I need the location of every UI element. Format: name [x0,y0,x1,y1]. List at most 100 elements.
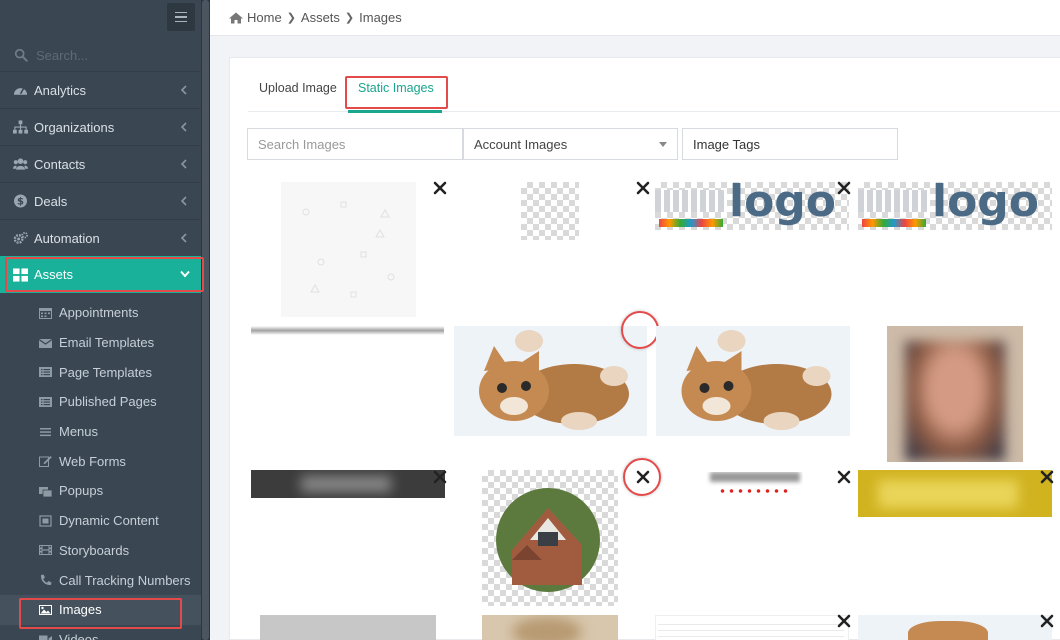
search-images-input[interactable] [258,136,448,152]
image-thumbnail[interactable] [281,182,416,317]
edit-icon [38,455,52,468]
account-images-select[interactable]: Account Images [463,128,678,160]
nav-item-organizations[interactable]: Organizations [0,108,201,145]
image-thumbnail[interactable] [251,470,445,498]
nav-item-analytics[interactable]: Analytics [0,71,201,108]
envelope-icon [38,337,52,349]
svg-text:$: $ [17,197,24,208]
subnav-item-menus[interactable]: Menus [0,417,201,447]
image-thumbnail[interactable] [887,326,1023,462]
tab-static-images[interactable]: Static Images [358,81,434,95]
nav-item-label: Automation [34,230,100,246]
film-icon [38,544,52,556]
subnav-item-label: Storyboards [59,542,130,558]
delete-image-icon[interactable] [433,470,447,484]
list-alt-icon [38,396,52,408]
blurred-portrait [905,341,1005,461]
dynamic-icon [38,515,52,527]
house-roof-image [496,488,600,592]
image-tags-label: Image Tags [693,136,760,152]
users-icon [12,157,28,171]
image-tabs: Upload Image Static Images [248,74,1060,113]
subnav-item-label: Dynamic Content [59,513,159,529]
tab-upload-image[interactable]: Upload Image [259,81,337,95]
nav-item-assets[interactable]: Assets [0,256,201,293]
breadcrumb-separator-icon: ❯ [286,12,296,24]
delete-image-icon[interactable] [837,470,851,484]
image-thumbnail[interactable] [858,615,1052,640]
kitten-image [479,330,629,430]
chevron-down-icon [180,270,190,278]
subnav-item-call-tracking[interactable]: Call Tracking Numbers [0,565,201,595]
gears-icon [12,231,28,245]
search-images-field [247,128,463,160]
subnav-item-label: Menus [59,424,99,440]
pattern-image [302,201,395,298]
chevron-left-icon [180,122,187,132]
subnav-item-page-templates[interactable]: Page Templates [0,357,201,387]
image-thumbnail[interactable] [858,470,1052,517]
subnav-item-popups[interactable]: Popups [0,476,201,506]
menu-toggle-icon[interactable] [167,3,195,31]
nav-item-label: Analytics [34,82,87,98]
nav-item-label: Organizations [34,119,115,135]
subnav-item-images[interactable]: Images [0,594,201,625]
phone-icon [38,574,52,586]
image-thumbnail[interactable] [454,326,647,436]
chevron-left-icon [180,85,187,95]
chevron-left-icon [180,233,187,243]
image-thumbnail[interactable] [655,615,849,640]
assets-subnav: Appointments Email Templates Page Templa… [0,298,201,640]
image-thumbnail[interactable] [251,326,444,335]
dashboard-icon [12,83,28,97]
breadcrumb-home[interactable]: Home [247,10,282,25]
breadcrumb: Home ❯ Assets ❯ Images [210,0,1060,36]
delete-image-icon[interactable] [433,181,447,195]
subnav-item-videos[interactable]: Videos [0,625,201,640]
subnav-item-label: Email Templates [59,335,155,351]
image-thumbnail[interactable] [482,615,618,640]
logo-image-text: logo [932,182,1040,227]
nav-item-label: Contacts [34,156,86,172]
list-alt-icon [38,366,52,378]
delete-image-icon[interactable] [636,470,650,484]
nav-item-contacts[interactable]: Contacts [0,145,201,182]
chevron-left-icon [180,159,187,169]
sidebar-search-input[interactable] [36,47,186,63]
image-thumbnail[interactable] [656,326,850,436]
image-tags-input[interactable]: Image Tags [682,128,898,160]
subnav-item-dynamic-content[interactable]: Dynamic Content [0,506,201,536]
image-thumbnail[interactable] [260,615,436,640]
delete-image-icon[interactable] [837,181,851,195]
dollar-icon: $ [12,194,28,208]
images-panel: Upload Image Static Images Account Image… [229,57,1060,640]
active-tab-indicator [348,110,442,113]
image-thumbnail[interactable]: logo [655,182,849,230]
video-icon [38,633,52,640]
subnav-item-storyboards[interactable]: Storyboards [0,536,201,566]
subnav-item-label: Call Tracking Numbers [59,572,191,588]
subnav-item-appointments[interactable]: Appointments [0,298,201,328]
image-icon [38,604,52,616]
delete-image-icon[interactable] [837,614,851,628]
subnav-item-web-forms[interactable]: Web Forms [0,446,201,476]
nav-item-automation[interactable]: Automation [0,219,201,256]
delete-image-icon[interactable] [1040,614,1054,628]
account-images-select-value: Account Images [474,136,568,152]
subnav-item-email-templates[interactable]: Email Templates [0,328,201,358]
image-thumbnail[interactable] [482,470,618,606]
delete-image-icon[interactable] [636,181,650,195]
image-thumbnail[interactable] [521,182,579,240]
subnav-item-published-pages[interactable]: Published Pages [0,387,201,417]
search-icon [14,48,28,62]
subnav-item-label: Web Forms [59,453,126,469]
subnav-item-label: Published Pages [59,394,157,410]
nav-item-deals[interactable]: $ Deals [0,182,201,219]
delete-image-icon[interactable] [1040,470,1054,484]
image-thumbnail[interactable] [706,472,803,496]
image-thumbnail[interactable]: logo [858,182,1052,230]
logo-image-text: logo [729,182,837,227]
breadcrumb-assets[interactable]: Assets [301,10,340,25]
bars-icon [38,426,52,438]
sidebar-scrollbar[interactable] [201,0,210,640]
